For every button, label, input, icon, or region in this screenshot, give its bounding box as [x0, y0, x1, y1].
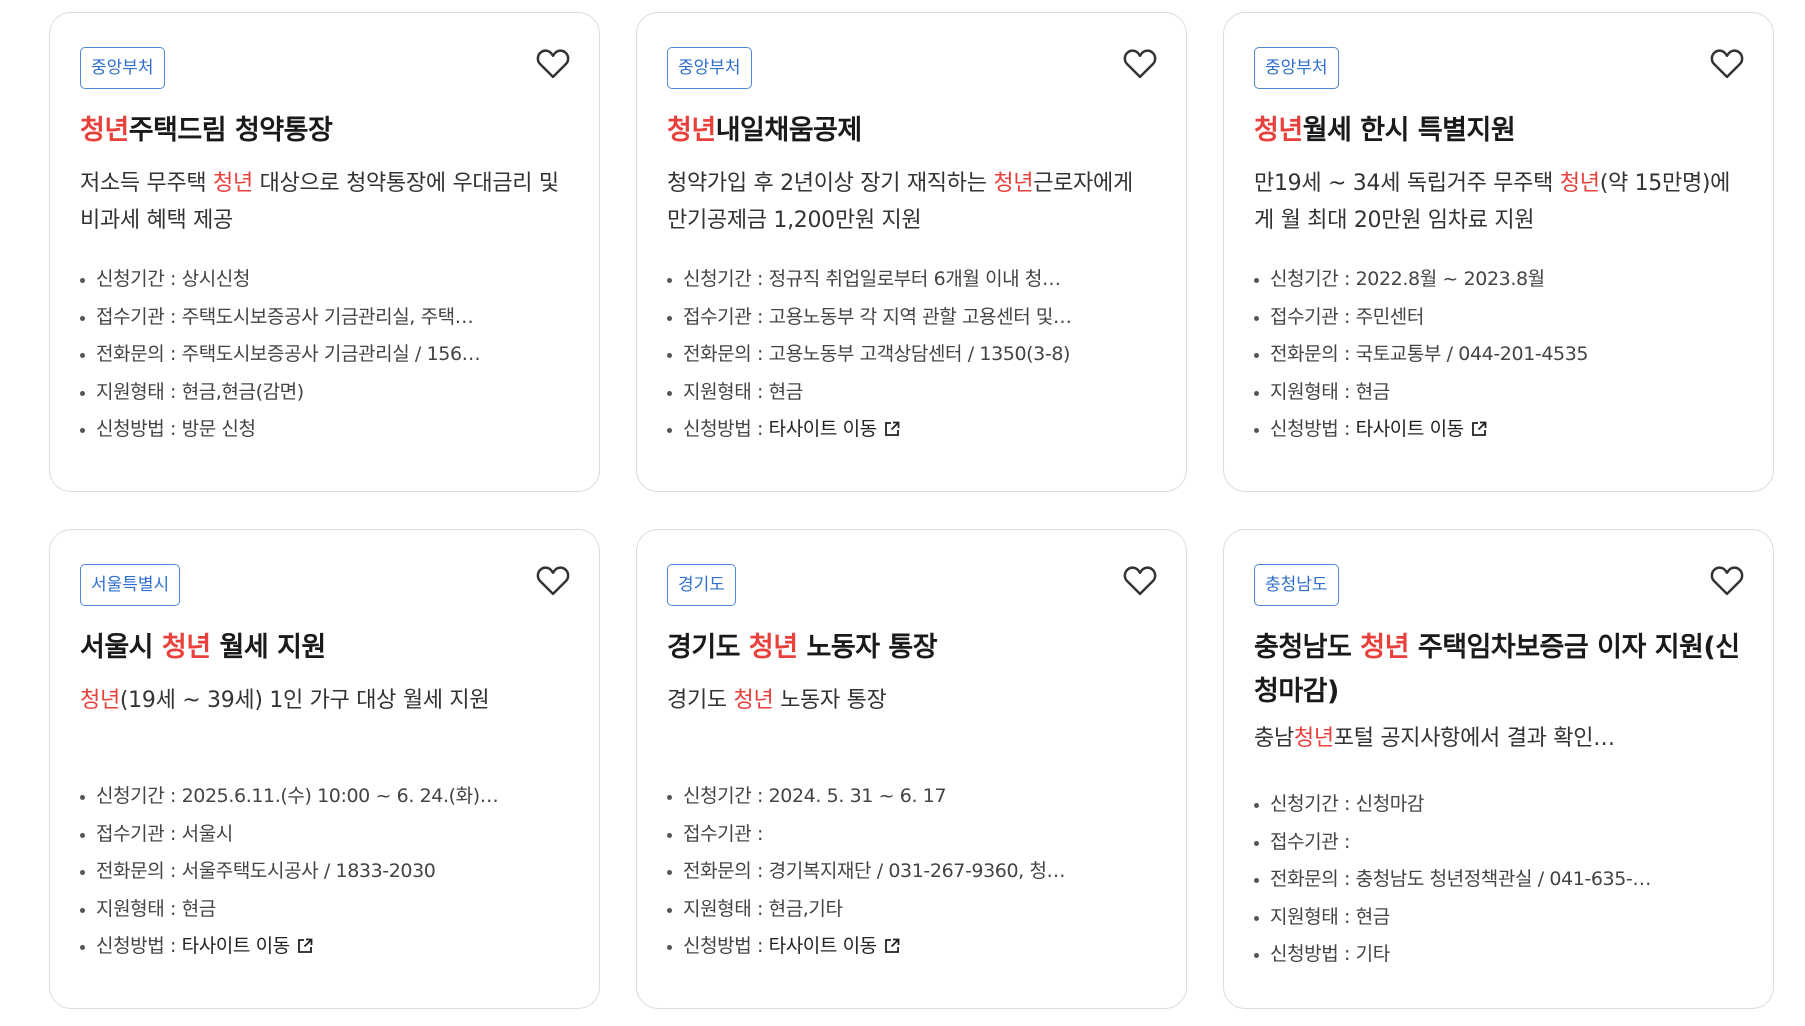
policy-card-grid: 중앙부처 청년주택드림 청약통장 저소득 무주택 청년 대상으로 청약통장에 우…: [49, 12, 1774, 1009]
card-title[interactable]: 경기도 청년 노동자 통장: [667, 626, 1156, 670]
external-site-link[interactable]: 타사이트 이동: [182, 935, 314, 957]
title-highlight: 청년: [1360, 632, 1409, 663]
info-item: 전화문의 : 서울주택도시공사 / 1833-2030: [80, 853, 569, 891]
info-list: 신청기간 : 2024. 5. 31 ~ 6. 17 접수기관 : 전화문의 :…: [667, 778, 1156, 966]
card-description: 충남청년포털 공지사항에서 결과 확인…: [1254, 726, 1615, 751]
info-item: 신청기간 : 2022.8월 ~ 2023.8월: [1254, 261, 1743, 299]
external-link-icon: [297, 938, 313, 953]
info-item: 접수기관 : 고용노동부 각 지역 관할 고용센터 및…: [667, 299, 1156, 337]
info-item: 전화문의 : 고용노동부 고객상담센터 / 1350(3-8): [667, 336, 1156, 374]
info-item: 전화문의 : 국토교통부 / 044-201-4535: [1254, 336, 1743, 374]
info-item: 접수기관 : 서울시: [80, 816, 569, 854]
policy-card[interactable]: 중앙부처 청년월세 한시 특별지원 만19세 ~ 34세 독립거주 무주택 청년…: [1223, 12, 1774, 492]
external-site-link[interactable]: 타사이트 이동: [769, 935, 901, 957]
info-item: 접수기관 :: [667, 816, 1156, 854]
policy-card[interactable]: 중앙부처 청년주택드림 청약통장 저소득 무주택 청년 대상으로 청약통장에 우…: [49, 12, 600, 492]
info-item: 지원형태 : 현금: [1254, 899, 1743, 937]
info-list: 신청기간 : 신청마감 접수기관 : 전화문의 : 충청남도 청년정책관실 / …: [1254, 786, 1743, 974]
info-item: 지원형태 : 현금,기타: [667, 891, 1156, 929]
title-text: 월세 한시 특별지원: [1302, 115, 1516, 146]
info-item: 신청방법 : 기타: [1254, 936, 1743, 974]
title-text: 내일채움공제: [715, 115, 863, 146]
info-list: 신청기간 : 2022.8월 ~ 2023.8월 접수기관 : 주민센터 전화문…: [1254, 261, 1743, 449]
info-list: 신청기간 : 상시신청 접수기관 : 주택도시보증공사 기금관리실, 주택… 전…: [80, 261, 569, 449]
heart-outline-icon[interactable]: [1709, 47, 1745, 79]
info-list: 신청기간 : 2025.6.11.(수) 10:00 ~ 6. 24.(화)… …: [80, 778, 569, 966]
info-item: 신청기간 : 신청마감: [1254, 786, 1743, 824]
info-item: 지원형태 : 현금: [1254, 374, 1743, 412]
title-highlight: 청년: [748, 632, 798, 663]
info-item: 신청방법 : 타사이트 이동: [667, 411, 1156, 449]
title-highlight: 청년: [667, 115, 716, 146]
info-item: 접수기관 : 주택도시보증공사 기금관리실, 주택…: [80, 299, 569, 337]
info-item: 신청기간 : 2025.6.11.(수) 10:00 ~ 6. 24.(화)…: [80, 778, 569, 816]
heart-outline-icon[interactable]: [535, 564, 571, 596]
info-item: 신청방법 : 타사이트 이동: [667, 928, 1156, 966]
policy-card[interactable]: 서울특별시 서울시 청년 월세 지원 청년(19세 ~ 39세) 1인 가구 대…: [49, 529, 600, 1009]
card-description: 만19세 ~ 34세 독립거주 무주택 청년(약 15만명)에게 월 최대 20…: [1254, 171, 1731, 233]
info-item: 전화문의 : 주택도시보증공사 기금관리실 / 156…: [80, 336, 569, 374]
external-link-icon: [884, 421, 900, 436]
policy-card[interactable]: 중앙부처 청년내일채움공제 청약가입 후 2년이상 장기 재직하는 청년근로자에…: [636, 12, 1187, 492]
card-title[interactable]: 청년내일채움공제: [667, 109, 1156, 153]
card-title[interactable]: 청년월세 한시 특별지원: [1254, 109, 1743, 153]
title-text: 노동자 통장: [797, 632, 938, 663]
external-link-icon: [1471, 421, 1487, 436]
card-description: 저소득 무주택 청년 대상으로 청약통장에 우대금리 및 비과세 혜택 제공: [80, 171, 559, 233]
region-badge: 중앙부처: [667, 47, 752, 89]
info-item: 신청방법 : 방문 신청: [80, 411, 569, 449]
region-badge: 충청남도: [1254, 564, 1339, 606]
title-text: 서울시: [80, 632, 162, 663]
card-title[interactable]: 충청남도 청년 주택임차보증금 이자 지원(신청마감): [1254, 626, 1743, 714]
info-item: 신청기간 : 상시신청: [80, 261, 569, 299]
heart-outline-icon[interactable]: [1122, 47, 1158, 79]
heart-outline-icon[interactable]: [1122, 564, 1158, 596]
info-item: 지원형태 : 현금: [80, 891, 569, 929]
heart-outline-icon[interactable]: [535, 47, 571, 79]
title-highlight: 청년: [1254, 115, 1303, 146]
info-item: 지원형태 : 현금,현금(감면): [80, 374, 569, 412]
card-description: 청약가입 후 2년이상 장기 재직하는 청년근로자에게 만기공제금 1,200만…: [667, 171, 1133, 233]
info-item: 신청방법 : 타사이트 이동: [80, 928, 569, 966]
info-item: 전화문의 : 충청남도 청년정책관실 / 041-635-…: [1254, 861, 1743, 899]
title-highlight: 청년: [161, 632, 211, 663]
external-link-icon: [884, 938, 900, 953]
policy-card[interactable]: 경기도 경기도 청년 노동자 통장 경기도 청년 노동자 통장 신청기간 : 2…: [636, 529, 1187, 1009]
card-title[interactable]: 서울시 청년 월세 지원: [80, 626, 569, 670]
title-text: 월세 지원: [210, 632, 327, 663]
region-badge: 중앙부처: [80, 47, 165, 89]
info-item: 접수기관 : 주민센터: [1254, 299, 1743, 337]
title-text: 충청남도: [1254, 632, 1361, 663]
info-item: 신청기간 : 2024. 5. 31 ~ 6. 17: [667, 778, 1156, 816]
policy-card[interactable]: 충청남도 충청남도 청년 주택임차보증금 이자 지원(신청마감) 충남청년포털 …: [1223, 529, 1774, 1009]
title-text: 주택드림 청약통장: [128, 115, 333, 146]
info-item: 신청기간 : 정규직 취업일로부터 6개월 이내 청…: [667, 261, 1156, 299]
info-item: 접수기관 :: [1254, 824, 1743, 862]
external-site-link[interactable]: 타사이트 이동: [1356, 418, 1488, 440]
region-badge: 경기도: [667, 564, 736, 606]
card-description: 청년(19세 ~ 39세) 1인 가구 대상 월세 지원: [80, 688, 490, 713]
card-title[interactable]: 청년주택드림 청약통장: [80, 109, 569, 153]
card-description: 경기도 청년 노동자 통장: [667, 688, 887, 713]
title-highlight: 청년: [80, 115, 129, 146]
title-text: 경기도: [667, 632, 749, 663]
region-badge: 서울특별시: [80, 564, 181, 606]
info-item: 전화문의 : 경기복지재단 / 031-267-9360, 청…: [667, 853, 1156, 891]
region-badge: 중앙부처: [1254, 47, 1339, 89]
heart-outline-icon[interactable]: [1709, 564, 1745, 596]
info-item: 지원형태 : 현금: [667, 374, 1156, 412]
external-site-link[interactable]: 타사이트 이동: [769, 418, 901, 440]
info-item: 신청방법 : 타사이트 이동: [1254, 411, 1743, 449]
info-list: 신청기간 : 정규직 취업일로부터 6개월 이내 청… 접수기관 : 고용노동부…: [667, 261, 1156, 449]
